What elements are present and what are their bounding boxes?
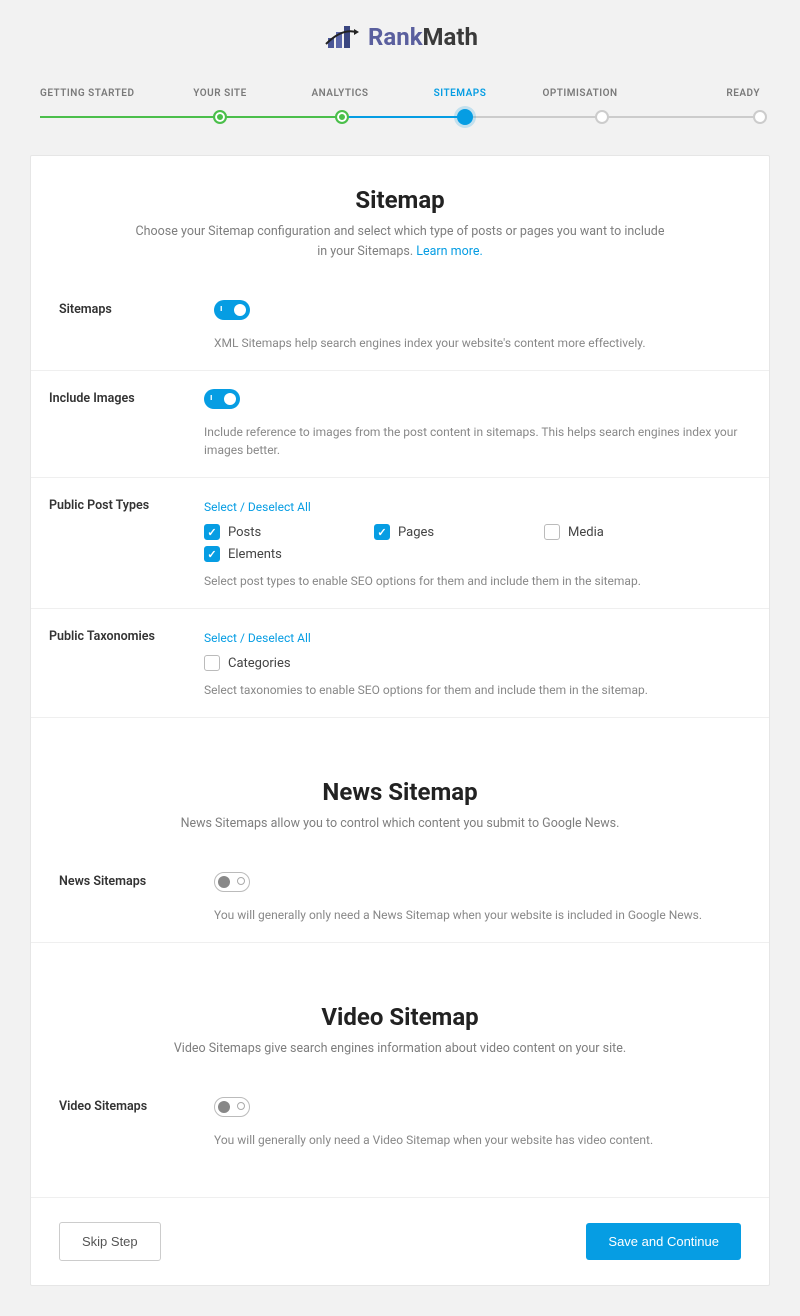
logo-rank-text: Rank (368, 23, 423, 51)
post-types-desc: Select post types to enable SEO options … (204, 572, 741, 590)
footer-actions: Skip Step Save and Continue (31, 1197, 769, 1285)
sitemaps-desc: XML Sitemaps help search engines index y… (214, 334, 741, 352)
checkbox-pages[interactable] (374, 524, 390, 540)
video-toggle[interactable] (214, 1097, 250, 1117)
sitemap-section-head: Sitemap Choose your Sitemap configuratio… (31, 156, 769, 282)
step-getting-started[interactable]: GETTING STARTED (40, 88, 160, 99)
video-section-desc: Video Sitemaps give search engines infor… (131, 1039, 669, 1059)
step-sitemaps[interactable]: SITEMAPS (400, 88, 520, 99)
news-toggle[interactable] (214, 872, 250, 892)
checkbox-elements[interactable] (204, 546, 220, 562)
sitemaps-label: Sitemaps (59, 300, 214, 352)
field-sitemaps: Sitemaps ı XML Sitemaps help search engi… (31, 282, 769, 371)
step-optimisation[interactable]: OPTIMISATION (520, 88, 640, 99)
learn-more-link[interactable]: Learn more. (416, 244, 483, 259)
step-ready[interactable]: READY (640, 88, 760, 99)
step-your-site[interactable]: YOUR SITE (160, 88, 280, 99)
tax-select-all[interactable]: Select / Deselect All (204, 631, 311, 645)
images-label: Include Images (49, 389, 204, 459)
checkbox-categories[interactable] (204, 655, 220, 671)
video-desc: You will generally only need a Video Sit… (214, 1131, 741, 1149)
checkbox-media-label: Media (568, 525, 604, 540)
step-dot-current (457, 109, 473, 125)
post-types-label: Public Post Types (49, 496, 204, 590)
checkbox-elements-label: Elements (228, 547, 282, 562)
tax-desc: Select taxonomies to enable SEO options … (204, 681, 741, 699)
images-toggle[interactable]: ı (204, 389, 240, 409)
checkbox-posts[interactable] (204, 524, 220, 540)
sitemap-desc: Choose your Sitemap configuration and se… (136, 224, 665, 259)
news-section-desc: News Sitemaps allow you to control which… (131, 814, 669, 834)
step-dot (595, 110, 609, 124)
skip-step-button[interactable]: Skip Step (59, 1222, 161, 1261)
field-include-images: Include Images ı Include reference to im… (31, 371, 769, 478)
video-title: Video Sitemap (131, 1003, 669, 1031)
step-analytics[interactable]: ANALYTICS (280, 88, 400, 99)
checkbox-pages-label: Pages (398, 525, 434, 540)
video-section-head: Video Sitemap Video Sitemaps give search… (31, 973, 769, 1079)
step-dot (213, 110, 227, 124)
logo-bars-icon (322, 22, 362, 52)
sitemap-title: Sitemap (131, 186, 669, 214)
checkbox-posts-label: Posts (228, 525, 261, 540)
step-dot (335, 110, 349, 124)
news-title: News Sitemap (131, 778, 669, 806)
news-label: News Sitemaps (59, 872, 214, 924)
tax-label: Public Taxonomies (49, 627, 204, 699)
field-video-sitemaps: Video Sitemaps You will generally only n… (31, 1079, 769, 1167)
field-post-types: Public Post Types Select / Deselect All … (31, 478, 769, 609)
main-card: Sitemap Choose your Sitemap configuratio… (30, 155, 770, 1286)
wizard-stepper: GETTING STARTED YOUR SITE ANALYTICS SITE… (0, 70, 800, 125)
brand-logo: RankMath (0, 0, 800, 70)
step-dot (753, 110, 767, 124)
field-news-sitemaps: News Sitemaps You will generally only ne… (31, 854, 769, 943)
news-desc: You will generally only need a News Site… (214, 906, 741, 924)
sitemaps-toggle[interactable]: ı (214, 300, 250, 320)
video-label: Video Sitemaps (59, 1097, 214, 1149)
checkbox-categories-label: Categories (228, 656, 291, 671)
news-section-head: News Sitemap News Sitemaps allow you to … (31, 748, 769, 854)
checkbox-media[interactable] (544, 524, 560, 540)
save-continue-button[interactable]: Save and Continue (586, 1223, 741, 1260)
images-desc: Include reference to images from the pos… (204, 423, 741, 459)
logo-math-text: Math (423, 23, 478, 51)
post-types-select-all[interactable]: Select / Deselect All (204, 500, 311, 514)
field-taxonomies: Public Taxonomies Select / Deselect All … (31, 609, 769, 718)
